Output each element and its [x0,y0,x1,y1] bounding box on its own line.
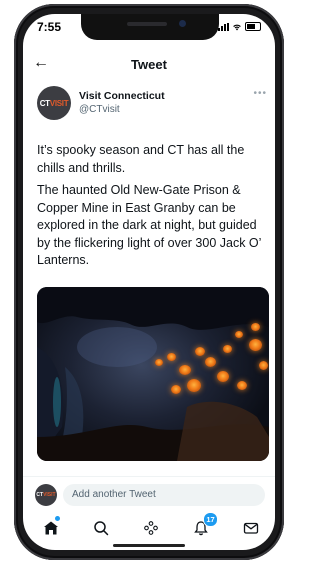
tab-spaces[interactable] [141,518,161,538]
tab-search[interactable] [91,518,111,538]
jack-o-lantern [205,357,216,367]
jack-o-lantern [235,331,243,338]
jack-o-lantern [187,379,201,392]
jack-o-lantern [217,371,229,382]
author-name[interactable]: Visit Connecticut [79,90,165,102]
spaces-icon [144,521,158,535]
wifi-icon [233,24,241,30]
mail-icon [243,522,259,534]
avatar-text-suffix: VISIT [49,98,69,108]
avatar-text-prefix: CT [39,98,50,108]
home-indicator [113,544,185,547]
status-icons [218,22,261,31]
author-handle[interactable]: @CTvisit [79,104,120,115]
status-time: 7:55 [37,20,62,34]
notch [81,14,219,40]
phone-frame: 7:55 ← Tweet CT VISIT Visit Connecticut @… [14,4,284,560]
tweet-paragraph: The haunted Old New-Gate Prison & Copper… [37,183,261,267]
screen: 7:55 ← Tweet CT VISIT Visit Connecticut @… [23,14,275,550]
tweet-media-image[interactable] [37,287,269,461]
jack-o-lantern [179,365,191,375]
home-dot [55,516,60,521]
speaker [127,22,167,26]
jack-o-lantern [223,345,232,353]
jack-o-lantern [251,323,260,331]
avatar-text-prefix: CT [36,492,44,498]
tab-notifications[interactable]: 17 [191,512,218,538]
reply-avatar: CT VISIT [35,484,57,506]
tweet-author[interactable]: CT VISIT Visit Connecticut @CTvisit ••• [37,86,267,122]
jack-o-lantern [155,359,163,366]
avatar-text-suffix: VISIT [43,492,56,498]
tweet-text: It’s spooky season and CT has all the ch… [37,142,269,275]
divider [23,476,275,477]
jack-o-lantern [249,339,262,351]
add-tweet-input[interactable]: Add another Tweet [63,484,265,506]
jack-o-lantern [167,353,176,361]
signal-icon [218,22,229,31]
jack-o-lantern [171,385,181,394]
tab-home[interactable] [41,516,61,538]
more-icon[interactable]: ••• [253,88,267,99]
jack-o-lantern [195,347,205,356]
avatar[interactable]: CT VISIT [37,86,71,120]
front-camera [179,20,186,27]
battery-icon [245,22,261,31]
jack-o-lantern [259,361,268,370]
tab-messages[interactable] [241,518,261,538]
search-icon [94,521,109,536]
bottom-tab-bar: 17 [23,512,275,542]
jack-o-lantern [237,381,247,390]
top-nav: ← Tweet [23,52,275,76]
tweet-paragraph: It’s spooky season and CT has all the ch… [37,143,245,175]
notifications-badge: 17 [203,512,218,527]
page-title: Tweet [131,57,167,72]
cave-illustration [37,287,269,461]
home-icon [44,521,58,535]
